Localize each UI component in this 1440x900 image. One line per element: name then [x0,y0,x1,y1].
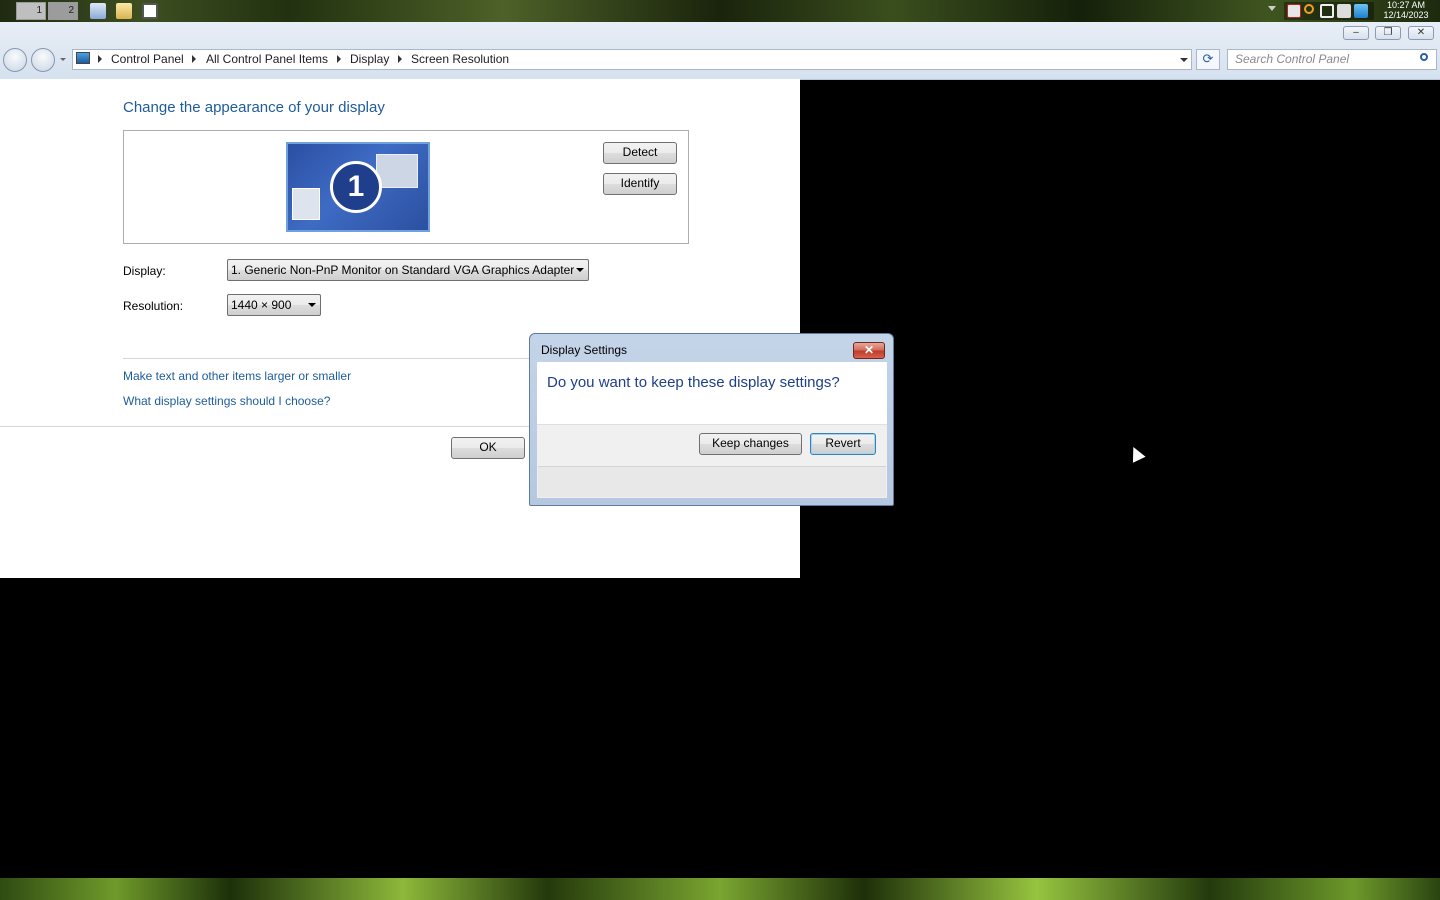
monitor-1-tile[interactable]: 1 [286,142,430,232]
close-icon: ✕ [863,343,875,357]
clock-date: 12/14/2023 [1383,10,1429,20]
folder-icon[interactable] [116,3,132,19]
resolution-select-value: 1440 × 900 [231,298,292,312]
dialog-title: Display Settings [541,343,628,357]
breadcrumb-separator-icon [192,55,196,63]
wallpaper-bottom [0,878,1440,900]
monitor-doc-graphic [292,188,320,220]
search-icon[interactable] [1304,4,1314,14]
search-placeholder: Search Control Panel [1235,52,1350,66]
minimize-icon: – [1353,27,1359,38]
desktop-2-label: 2 [68,5,74,16]
revert-button[interactable]: Revert [810,433,876,455]
breadcrumb-all-items[interactable]: All Control Panel Items [206,52,328,66]
window-icon[interactable] [142,3,158,19]
clock-time: 10:27 AM [1386,0,1426,10]
display-select-value: 1. Generic Non-PnP Monitor on Standard V… [231,263,575,277]
keep-changes-button[interactable]: Keep changes [699,433,802,455]
dialog-close-button[interactable]: ✕ [853,342,885,359]
tray-expand-icon[interactable] [1268,6,1276,11]
restore-button[interactable]: ❐ [1375,26,1401,40]
chevron-down-icon [576,268,584,272]
dialog-body [537,362,887,424]
identify-button[interactable]: Identify [603,173,677,195]
forward-button[interactable] [31,48,55,72]
show-desktop-icon[interactable] [90,3,106,19]
minimize-button[interactable]: – [1343,26,1369,40]
divider [0,426,530,427]
restore-icon: ❐ [1383,27,1393,38]
refresh-icon[interactable]: ⟳ [1196,49,1220,70]
wallpaper-top [0,0,1440,22]
action-center-icon[interactable] [1287,4,1301,18]
taskbar-clock[interactable]: 10:27 AM 12/14/2023 [1378,0,1434,22]
detect-button[interactable]: Detect [603,142,677,164]
resolution-select[interactable]: 1440 × 900 [227,294,321,316]
dialog-question: Do you want to keep these display settin… [547,374,840,391]
monitor-window-graphic [376,154,418,188]
breadcrumb-control-panel[interactable]: Control Panel [111,52,184,66]
breadcrumb-separator-icon [337,55,341,63]
control-panel-icon [76,52,90,64]
help-link[interactable]: What display settings should I choose? [123,394,330,408]
recent-pages-icon[interactable] [60,58,66,61]
text-size-link[interactable]: Make text and other items larger or smal… [123,369,351,383]
display-label: Display: [123,264,166,278]
search-icon[interactable] [1420,53,1428,61]
display-select[interactable]: 1. Generic Non-PnP Monitor on Standard V… [227,259,589,281]
desktop-1-label: 1 [36,5,42,16]
close-icon: ✕ [1416,27,1426,38]
breadcrumb-separator-icon [398,55,402,63]
shield-icon[interactable] [1354,4,1368,18]
resolution-label: Resolution: [123,299,184,313]
page-title: Change the appearance of your display [123,99,385,116]
monitor-number-badge: 1 [330,161,382,213]
chevron-down-icon [308,303,316,307]
address-dropdown-icon[interactable] [1180,58,1188,62]
breadcrumb-separator-icon [98,55,102,63]
close-button[interactable]: ✕ [1408,26,1434,40]
breadcrumb-screen-resolution[interactable]: Screen Resolution [411,52,509,66]
desktop-1-button[interactable]: 1 [16,2,46,20]
dialog-bottom-bar [538,466,886,497]
network-icon[interactable] [1320,4,1334,18]
breadcrumb-display[interactable]: Display [350,52,389,66]
mouse-cursor-icon [1127,444,1146,463]
ok-button[interactable]: OK [451,437,525,459]
desktop-2-button[interactable]: 2 [48,2,78,20]
volume-muted-icon[interactable] [1337,4,1351,18]
back-button[interactable] [3,48,27,72]
divider [123,358,533,359]
